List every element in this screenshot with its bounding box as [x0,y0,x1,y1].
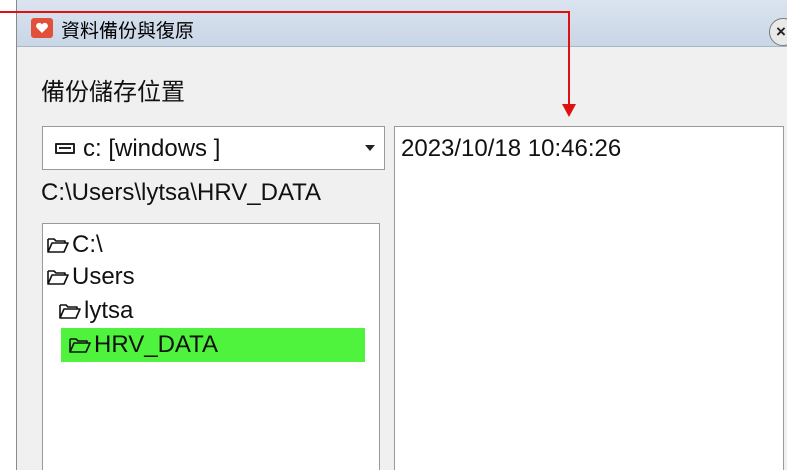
chevron-down-icon[interactable] [356,127,384,169]
open-folder-icon [59,303,81,319]
drive-selected-value: c: [windows ] [83,135,221,162]
window-title: 資料備份與復原 [61,20,195,42]
title-bar[interactable]: 資料備份與復原 × [17,0,787,47]
heart-app-icon [31,18,53,38]
tree-item-label: HRV_DATA [94,331,219,358]
tree-item-lytsa[interactable]: lytsa [59,294,133,328]
storage-location-label: 備份儲存位置 [41,78,185,106]
tree-item-root[interactable]: C:\ [47,228,103,262]
current-path-label: C:\Users\lytsa\HRV_DATA [41,179,322,206]
screenshot-stage: 資料備份與復原 × 備份儲存位置 c: [windows ] C:\Users\… [0,0,787,470]
open-folder-icon [47,269,69,285]
tree-item-label: C:\ [72,231,103,258]
close-button[interactable]: × [769,18,787,46]
folder-tree[interactable]: C:\ Users lytsa HRV_DATA [42,223,380,470]
tree-item-users[interactable]: Users [47,260,135,294]
tree-item-hrv-data[interactable]: HRV_DATA [61,328,365,362]
open-folder-icon [69,337,91,353]
hard-drive-icon [55,143,75,154]
backup-restore-dialog: 資料備份與復原 × 備份儲存位置 c: [windows ] C:\Users\… [16,0,787,470]
tree-item-label: lytsa [84,297,134,324]
open-folder-icon [47,237,69,253]
drive-select[interactable]: c: [windows ] [42,126,385,170]
tree-item-label: Users [72,263,135,290]
backup-list-item[interactable]: 2023/10/18 10:46:26 [401,135,621,163]
backup-list[interactable]: 2023/10/18 10:46:26 [394,126,784,470]
